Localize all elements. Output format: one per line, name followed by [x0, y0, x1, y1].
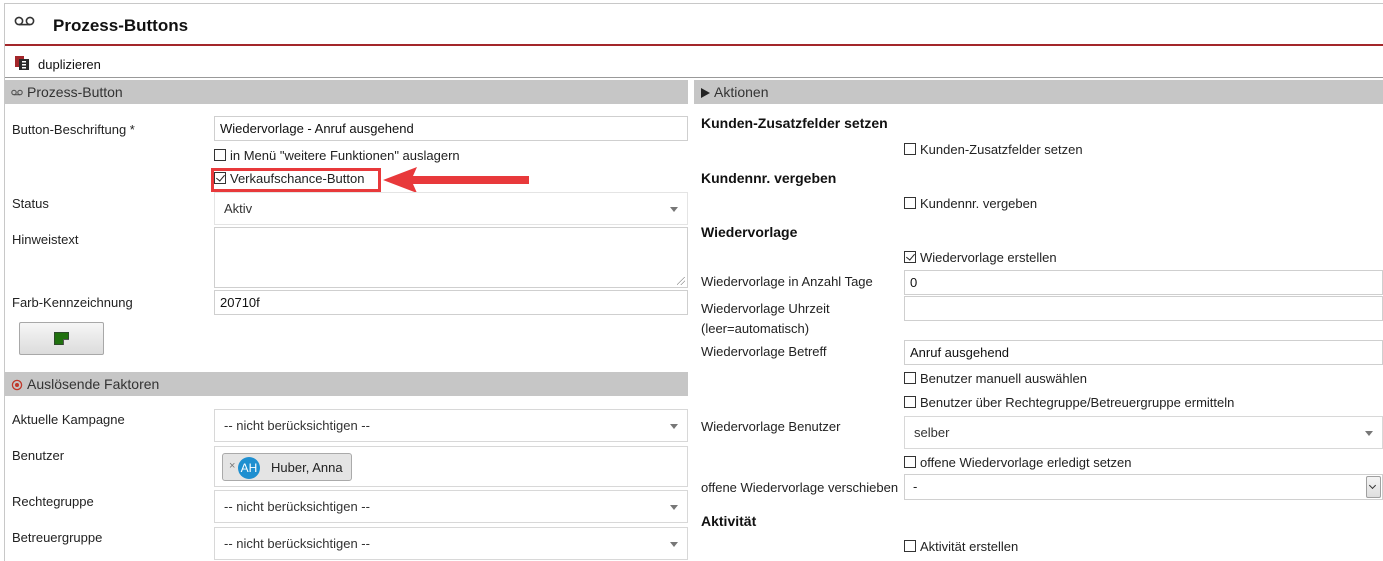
section-title: Aktionen [714, 84, 769, 100]
user-label: Benutzer [12, 448, 65, 463]
followup-done-checkbox-box[interactable] [904, 456, 916, 468]
section-title: Auslösende Faktoren [27, 376, 160, 392]
section-header-triggers[interactable]: Auslösende Faktoren [5, 372, 688, 396]
voicemail-icon [14, 16, 35, 26]
followup-create-checkbox-box[interactable] [904, 251, 916, 263]
followup-done-checkbox-label: offene Wiedervorlage erledigt setzen [920, 455, 1132, 470]
title-bar: Prozess-Buttons [5, 4, 1383, 46]
status-select[interactable]: Aktiv [214, 192, 688, 225]
menu-checkbox-box[interactable] [214, 149, 226, 161]
status-value: Aktiv [224, 201, 253, 216]
followup-move-select[interactable]: - [904, 474, 1383, 500]
followup-user-label: Wiedervorlage Benutzer [701, 419, 841, 434]
status-label: Status [12, 196, 49, 211]
activity-create-checkbox-box[interactable] [904, 540, 916, 552]
chevron-down-icon [670, 505, 678, 510]
chevron-down-icon [1365, 431, 1373, 436]
group-title-activity: Aktivität [701, 513, 757, 529]
section-header-actions[interactable]: Aktionen [694, 80, 1383, 104]
color-label: Farb-Kennzeichnung [12, 295, 133, 310]
customer-number-checkbox[interactable]: Kundennr. vergeben [904, 196, 1037, 212]
chevron-down-icon [670, 207, 678, 212]
group-user-checkbox-box[interactable] [904, 396, 916, 408]
group-user-checkbox-label: Benutzer über Rechtegruppe/Betreuergrupp… [920, 395, 1235, 410]
duplicate-icon[interactable] [14, 55, 30, 71]
user-tag-name: Huber, Anna [271, 460, 343, 475]
advisor-value: -- nicht berücksichtigen -- [224, 536, 370, 551]
rights-select[interactable]: -- nicht berücksichtigen -- [214, 490, 688, 523]
target-icon [11, 380, 23, 391]
remove-tag-icon[interactable]: × [229, 460, 235, 472]
followup-time-label: Wiedervorlage Uhrzeit [701, 301, 830, 316]
followup-create-checkbox[interactable]: Wiedervorlage erstellen [904, 250, 1057, 266]
chevron-down-icon[interactable] [1366, 476, 1381, 498]
color-picker-button[interactable] [19, 322, 104, 355]
followup-create-checkbox-label: Wiedervorlage erstellen [920, 250, 1057, 265]
manual-user-checkbox-label: Benutzer manuell auswählen [920, 371, 1087, 386]
manual-user-checkbox-box[interactable] [904, 372, 916, 384]
followup-time-hint: (leer=automatisch) [701, 321, 810, 336]
avatar: AH [238, 457, 260, 479]
followup-time-input[interactable] [904, 296, 1383, 321]
group-title-customer-number: Kundennr. vergeben [701, 170, 837, 186]
triangle-right-icon [701, 88, 710, 99]
caption-input[interactable] [214, 116, 688, 141]
hint-textarea[interactable] [214, 227, 688, 288]
group-user-checkbox[interactable]: Benutzer über Rechtegruppe/Betreuergrupp… [904, 395, 1234, 411]
manual-user-checkbox[interactable]: Benutzer manuell auswählen [904, 371, 1087, 387]
customer-fields-checkbox-label: Kunden-Zusatzfelder setzen [920, 142, 1083, 157]
followup-move-value: - [913, 479, 918, 494]
toolbar: duplizieren [5, 48, 1383, 78]
customer-number-checkbox-label: Kundennr. vergeben [920, 196, 1038, 211]
activity-create-checkbox[interactable]: Aktivität erstellen [904, 539, 1018, 555]
page-title: Prozess-Buttons [53, 16, 189, 35]
customer-fields-checkbox-box[interactable] [904, 143, 916, 155]
window: Prozess-Buttons duplizieren Prozess-Butt… [4, 3, 1383, 561]
voicemail-icon [11, 90, 23, 96]
menu-checkbox[interactable]: in Menü "weitere Funktionen" auslagern [214, 148, 460, 164]
campaign-value: -- nicht berücksichtigen -- [224, 418, 370, 433]
user-multiselect[interactable]: × AH Huber, Anna [214, 446, 688, 487]
customer-number-checkbox-box[interactable] [904, 197, 916, 209]
annotation-arrow-icon [383, 167, 529, 193]
advisor-label: Betreuergruppe [12, 530, 103, 545]
section-header-process-button[interactable]: Prozess-Button [5, 80, 688, 104]
highlight-box [211, 168, 381, 192]
resize-handle-icon[interactable] [677, 277, 685, 285]
activity-create-checkbox-label: Aktivität erstellen [920, 539, 1019, 554]
color-input[interactable] [214, 290, 688, 315]
group-title-customer-fields: Kunden-Zusatzfelder setzen [701, 115, 888, 131]
menu-checkbox-label: in Menü "weitere Funktionen" auslagern [230, 148, 460, 163]
followup-user-value: selber [914, 425, 950, 440]
followup-days-label: Wiedervorlage in Anzahl Tage [701, 274, 873, 289]
followup-subject-label: Wiedervorlage Betreff [701, 344, 827, 359]
group-title-followup: Wiedervorlage [701, 224, 798, 240]
chevron-down-icon [670, 424, 678, 429]
rights-label: Rechtegruppe [12, 494, 94, 509]
followup-days-input[interactable] [904, 270, 1383, 295]
customer-fields-checkbox[interactable]: Kunden-Zusatzfelder setzen [904, 142, 1083, 158]
followup-move-label: offene Wiedervorlage verschieben [701, 480, 899, 495]
hint-label: Hinweistext [12, 232, 79, 247]
followup-subject-input[interactable] [904, 340, 1383, 365]
color-swatch-icon [54, 332, 69, 345]
campaign-label: Aktuelle Kampagne [12, 412, 125, 427]
rights-value: -- nicht berücksichtigen -- [224, 499, 370, 514]
user-tag[interactable]: × AH Huber, Anna [222, 453, 352, 481]
duplicate-button[interactable]: duplizieren [38, 57, 101, 72]
chevron-down-icon [670, 542, 678, 547]
followup-user-select[interactable]: selber [904, 416, 1383, 449]
advisor-select[interactable]: -- nicht berücksichtigen -- [214, 527, 688, 560]
campaign-select[interactable]: -- nicht berücksichtigen -- [214, 409, 688, 442]
section-title: Prozess-Button [27, 84, 123, 100]
caption-label: Button-Beschriftung * [12, 122, 135, 137]
followup-done-checkbox[interactable]: offene Wiedervorlage erledigt setzen [904, 455, 1132, 471]
